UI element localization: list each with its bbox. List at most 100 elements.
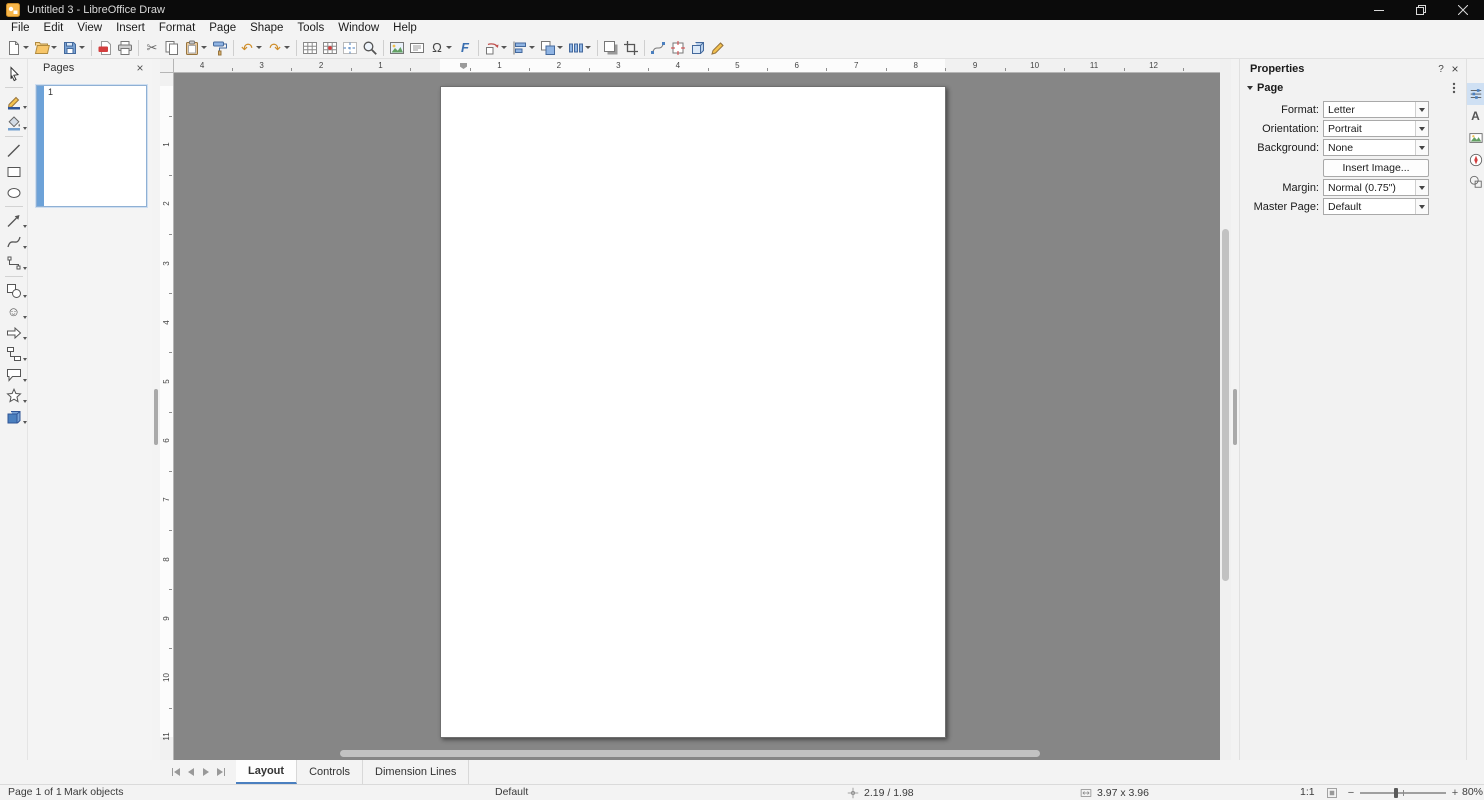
save-button[interactable] xyxy=(60,38,88,58)
layer-tab-dimension-lines[interactable]: Dimension Lines xyxy=(363,760,469,784)
properties-panel-close-icon[interactable]: × xyxy=(1448,62,1462,76)
new-document-button[interactable] xyxy=(4,38,32,58)
insert-image-button[interactable]: Insert Image... xyxy=(1323,159,1429,177)
crop-image-button[interactable] xyxy=(621,38,641,58)
dropdown-arrow-icon[interactable] xyxy=(23,316,27,321)
line-color-button[interactable] xyxy=(1,91,27,112)
vertical-scrollbar-thumb[interactable] xyxy=(1222,229,1229,581)
menu-file[interactable]: File xyxy=(4,20,37,37)
zoom-percent[interactable]: 80% xyxy=(1462,785,1483,800)
sidebar-tab-styles[interactable]: A xyxy=(1467,105,1484,127)
basic-shapes-button[interactable] xyxy=(1,280,27,301)
dropdown-arrow-icon[interactable] xyxy=(22,40,30,56)
orientation-select[interactable]: Portrait xyxy=(1323,120,1429,137)
dropdown-arrow-icon[interactable] xyxy=(255,40,263,56)
page-thumbnail[interactable]: 1 xyxy=(36,85,147,207)
dropdown-arrow-icon[interactable] xyxy=(445,40,453,56)
dropdown-arrow-icon[interactable] xyxy=(23,225,27,230)
menu-edit[interactable]: Edit xyxy=(37,20,71,37)
menu-format[interactable]: Format xyxy=(152,20,202,37)
dropdown-arrow-icon[interactable] xyxy=(23,106,27,111)
helplines-while-moving-button[interactable] xyxy=(340,38,360,58)
document-page[interactable] xyxy=(440,86,946,738)
arrange-button[interactable] xyxy=(538,38,566,58)
ellipse-button[interactable] xyxy=(1,182,27,203)
dropdown-arrow-icon[interactable] xyxy=(78,40,86,56)
dropdown-arrow-icon[interactable] xyxy=(23,246,27,251)
fill-color-button[interactable] xyxy=(1,112,27,133)
select-button[interactable] xyxy=(1,63,27,84)
menu-insert[interactable]: Insert xyxy=(109,20,152,37)
dropdown-arrow-icon[interactable] xyxy=(584,40,592,56)
dropdown-arrow-icon[interactable] xyxy=(200,40,208,56)
page-count-status[interactable]: Page 1 of 1 xyxy=(8,785,62,800)
close-button[interactable] xyxy=(1442,0,1484,20)
sidebar-tab-shapes[interactable] xyxy=(1467,171,1484,193)
flowchart-button[interactable] xyxy=(1,343,27,364)
zoom-out-icon[interactable]: − xyxy=(1346,787,1356,799)
snap-to-grid-button[interactable] xyxy=(320,38,340,58)
rectangle-button[interactable] xyxy=(1,161,27,182)
dropdown-arrow-icon[interactable] xyxy=(50,40,58,56)
dropdown-arrow-icon[interactable] xyxy=(500,40,508,56)
master-page-select[interactable]: Default xyxy=(1323,198,1429,215)
dropdown-arrow-icon[interactable] xyxy=(23,127,27,132)
first-page-button[interactable] xyxy=(168,763,183,781)
print-button[interactable] xyxy=(115,38,135,58)
fit-page-button[interactable] xyxy=(1324,785,1340,800)
dropdown-arrow-icon[interactable] xyxy=(283,40,291,56)
curves-and-polygons-button[interactable] xyxy=(1,231,27,252)
3d-objects-button[interactable] xyxy=(1,406,27,427)
dropdown-arrow-icon[interactable] xyxy=(23,379,27,384)
clone-formatting-button[interactable] xyxy=(210,38,230,58)
dropdown-arrow-icon[interactable] xyxy=(528,40,536,56)
dropdown-arrow-icon[interactable] xyxy=(23,295,27,300)
transformations-button[interactable] xyxy=(482,38,510,58)
last-page-button[interactable] xyxy=(213,763,228,781)
sidebar-tab-gallery[interactable] xyxy=(1467,127,1484,149)
dropdown-arrow-icon[interactable] xyxy=(23,400,27,405)
layer-tab-controls[interactable]: Controls xyxy=(297,760,363,784)
insert-image-button[interactable] xyxy=(387,38,407,58)
menu-page[interactable]: Page xyxy=(202,20,243,37)
chevron-down-icon[interactable] xyxy=(1415,180,1428,195)
minimize-button[interactable] xyxy=(1358,0,1400,20)
block-arrows-button[interactable] xyxy=(1,322,27,343)
chevron-down-icon[interactable] xyxy=(1415,121,1428,136)
shadow-button[interactable] xyxy=(601,38,621,58)
more-options-icon[interactable] xyxy=(1448,82,1460,94)
chevron-down-icon[interactable] xyxy=(1415,140,1428,155)
menu-view[interactable]: View xyxy=(70,20,109,37)
show-draw-functions-button[interactable] xyxy=(708,38,728,58)
zoom-slider[interactable]: − + xyxy=(1346,785,1460,800)
vertical-ruler[interactable]: 1234567891011 xyxy=(160,73,174,760)
pages-panel-splitter[interactable] xyxy=(152,59,160,760)
callouts-button[interactable] xyxy=(1,364,27,385)
undo-button[interactable]: ↶ xyxy=(237,38,265,58)
dropdown-arrow-icon[interactable] xyxy=(23,337,27,342)
dropdown-arrow-icon[interactable] xyxy=(23,267,27,272)
margin-select[interactable]: Normal (0.75") xyxy=(1323,179,1429,196)
paste-button[interactable] xyxy=(182,38,210,58)
insert-special-characters-button[interactable]: Ω xyxy=(427,38,455,58)
zoom-ratio[interactable]: 1:1 xyxy=(1300,785,1315,800)
help-icon[interactable]: ? xyxy=(1434,64,1448,75)
sidebar-tab-navigator[interactable] xyxy=(1467,149,1484,171)
drawing-canvas[interactable] xyxy=(174,73,1220,760)
properties-panel-splitter[interactable] xyxy=(1231,59,1239,760)
chevron-down-icon[interactable] xyxy=(1415,102,1428,117)
insert-text-box-button[interactable] xyxy=(407,38,427,58)
symbol-shapes-button[interactable]: ☺ xyxy=(1,301,27,322)
chevron-down-icon[interactable] xyxy=(1415,199,1428,214)
pages-panel-close-icon[interactable]: × xyxy=(133,61,147,75)
next-page-button[interactable] xyxy=(198,763,213,781)
vertical-scrollbar[interactable] xyxy=(1220,59,1231,760)
open-button[interactable] xyxy=(32,38,60,58)
menu-window[interactable]: Window xyxy=(331,20,386,37)
horizontal-ruler[interactable]: 4321123456789101112 xyxy=(174,59,1220,73)
dropdown-arrow-icon[interactable] xyxy=(23,421,27,426)
stars-and-banners-button[interactable] xyxy=(1,385,27,406)
previous-page-button[interactable] xyxy=(183,763,198,781)
layer-tab-layout[interactable]: Layout xyxy=(236,760,297,784)
page-style-status[interactable]: Default xyxy=(495,785,528,800)
